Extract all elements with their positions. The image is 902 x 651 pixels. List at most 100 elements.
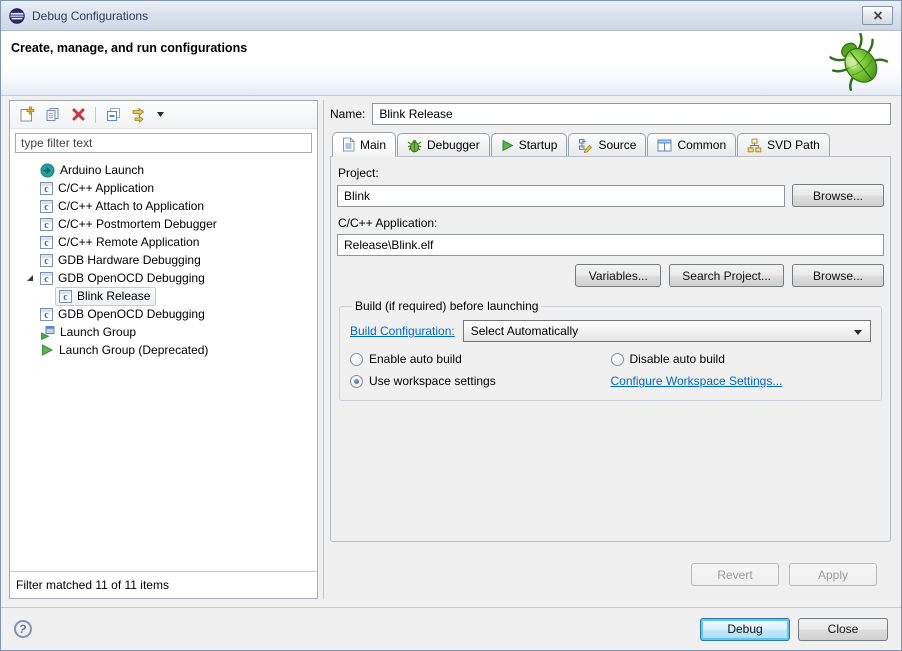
tree-item-cpp-application[interactable]: c C/C++ Application: [10, 179, 317, 197]
delete-icon: [71, 107, 86, 122]
configurations-tree: Arduino Launch c C/C++ Application c C/C…: [10, 156, 317, 571]
build-group-legend: Build (if required) before launching: [352, 299, 541, 313]
new-config-icon: [18, 106, 35, 123]
hierarchy-icon: [747, 138, 762, 153]
tree-item-gdb-openocd-2[interactable]: c GDB OpenOCD Debugging: [10, 305, 317, 323]
build-configuration-select[interactable]: Select Automatically: [463, 320, 871, 342]
tree-item-arduino-launch[interactable]: Arduino Launch: [10, 161, 317, 179]
tab-startup[interactable]: Startup: [491, 133, 568, 156]
tree-item-gdb-hardware[interactable]: c GDB Hardware Debugging: [10, 251, 317, 269]
eclipse-icon: [9, 8, 25, 24]
c-config-icon: c: [40, 218, 53, 231]
document-icon: [342, 137, 355, 152]
configurations-panel: Arduino Launch c C/C++ Application c C/C…: [9, 100, 318, 599]
duplicate-configuration-button[interactable]: [40, 103, 64, 127]
toolbar-separator: [95, 107, 96, 123]
green-play-icon: [501, 139, 514, 152]
filter-field-wrap: [10, 129, 317, 156]
debug-button[interactable]: Debug: [700, 618, 790, 641]
button-bar: ? Debug Close: [1, 607, 901, 650]
expander-icon[interactable]: [27, 275, 33, 281]
tree-item-launch-group[interactable]: Launch Group: [10, 323, 317, 341]
window-title: Debug Configurations: [32, 9, 148, 23]
tree-item-label: Launch Group (Deprecated): [59, 343, 208, 357]
tree-item-label: C/C++ Postmortem Debugger: [58, 217, 217, 231]
c-config-icon: c: [40, 182, 53, 195]
filter-status: Filter matched 11 of 11 items: [10, 571, 317, 598]
question-icon: ?: [18, 621, 29, 636]
tree-item-cpp-attach[interactable]: c C/C++ Attach to Application: [10, 197, 317, 215]
revert-button[interactable]: Revert: [691, 563, 779, 586]
application-input[interactable]: [337, 234, 884, 256]
tab-label: SVD Path: [767, 138, 820, 152]
tab-label: Source: [598, 138, 636, 152]
radio-use-workspace-settings[interactable]: Use workspace settings: [350, 374, 611, 388]
panel-sash[interactable]: [323, 100, 324, 599]
debug-configurations-dialog: Debug Configurations Create, manage, and…: [0, 0, 902, 651]
tree-item-label: C/C++ Attach to Application: [58, 199, 204, 213]
search-project-button[interactable]: Search Project...: [669, 264, 784, 287]
filter-configurations-button[interactable]: [127, 103, 151, 127]
tree-item-cpp-postmortem[interactable]: c C/C++ Postmortem Debugger: [10, 215, 317, 233]
radio-unchecked-icon: [350, 353, 363, 366]
debug-bug-icon: [829, 33, 889, 96]
arduino-launch-icon: [40, 163, 55, 178]
chevron-down-icon: [854, 330, 862, 335]
selection-highlight: c Blink Release: [55, 287, 156, 306]
table-icon: [657, 139, 672, 152]
tree-item-launch-group-deprecated[interactable]: Launch Group (Deprecated): [10, 341, 317, 359]
filter-input[interactable]: [15, 133, 312, 153]
build-configuration-link[interactable]: Build Configuration:: [350, 324, 455, 338]
configure-workspace-settings-link[interactable]: Configure Workspace Settings...: [611, 374, 783, 388]
name-input[interactable]: [372, 103, 891, 125]
tree-item-blink-release[interactable]: c Blink Release: [10, 287, 317, 305]
main-tab-content: Project: Browse... C/C++ Application: Va…: [330, 156, 891, 542]
close-button[interactable]: Close: [798, 618, 888, 641]
page-title: Create, manage, and run configurations: [1, 31, 901, 55]
name-row: Name:: [330, 103, 891, 125]
source-tree-pencil-icon: [578, 138, 593, 153]
c-config-icon: c: [40, 254, 53, 267]
tree-item-label: Launch Group: [60, 325, 136, 339]
radio-unchecked-icon: [611, 353, 624, 366]
radio-checked-icon: [350, 375, 363, 388]
select-value: Select Automatically: [471, 324, 578, 338]
tree-item-label: GDB OpenOCD Debugging: [58, 271, 205, 285]
collapse-all-button[interactable]: [101, 103, 125, 127]
tab-svd-path[interactable]: SVD Path: [737, 133, 830, 156]
tree-item-cpp-remote[interactable]: c C/C++ Remote Application: [10, 233, 317, 251]
project-input[interactable]: [337, 185, 785, 207]
project-label: Project:: [338, 166, 884, 180]
variables-button[interactable]: Variables...: [575, 264, 661, 287]
new-configuration-button[interactable]: [14, 103, 38, 127]
configurations-toolbar: [10, 101, 317, 129]
close-window-button[interactable]: [862, 6, 893, 25]
tab-source[interactable]: Source: [568, 133, 646, 156]
tree-item-gdb-openocd-1[interactable]: c GDB OpenOCD Debugging: [10, 269, 317, 287]
revert-apply-row: Revert Apply: [691, 563, 877, 586]
chevron-down-icon: [157, 112, 164, 117]
application-browse-button[interactable]: Browse...: [792, 264, 884, 287]
apply-button[interactable]: Apply: [789, 563, 877, 586]
close-icon: [873, 11, 883, 20]
toolbar-menu-button[interactable]: [153, 103, 168, 127]
tree-item-label: C/C++ Application: [58, 181, 154, 195]
duplicate-icon: [44, 106, 61, 123]
tab-bar: Main Debugger: [330, 131, 891, 156]
tab-common[interactable]: Common: [647, 133, 736, 156]
c-config-icon: c: [40, 272, 53, 285]
collapse-all-icon: [105, 106, 122, 123]
dialog-header: Create, manage, and run configurations: [1, 31, 901, 96]
delete-configuration-button[interactable]: [66, 103, 90, 127]
project-browse-button[interactable]: Browse...: [792, 184, 884, 207]
radio-disable-auto-build[interactable]: Disable auto build: [611, 352, 872, 366]
tree-item-label: GDB OpenOCD Debugging: [58, 307, 205, 321]
tree-item-label: Arduino Launch: [60, 163, 144, 177]
c-config-icon: c: [40, 200, 53, 213]
radio-enable-auto-build[interactable]: Enable auto build: [350, 352, 611, 366]
tree-item-label: GDB Hardware Debugging: [58, 253, 201, 267]
tab-debugger[interactable]: Debugger: [397, 133, 490, 156]
launch-group-icon: [40, 325, 55, 340]
help-button[interactable]: ?: [14, 620, 32, 638]
tab-main[interactable]: Main: [332, 132, 396, 157]
